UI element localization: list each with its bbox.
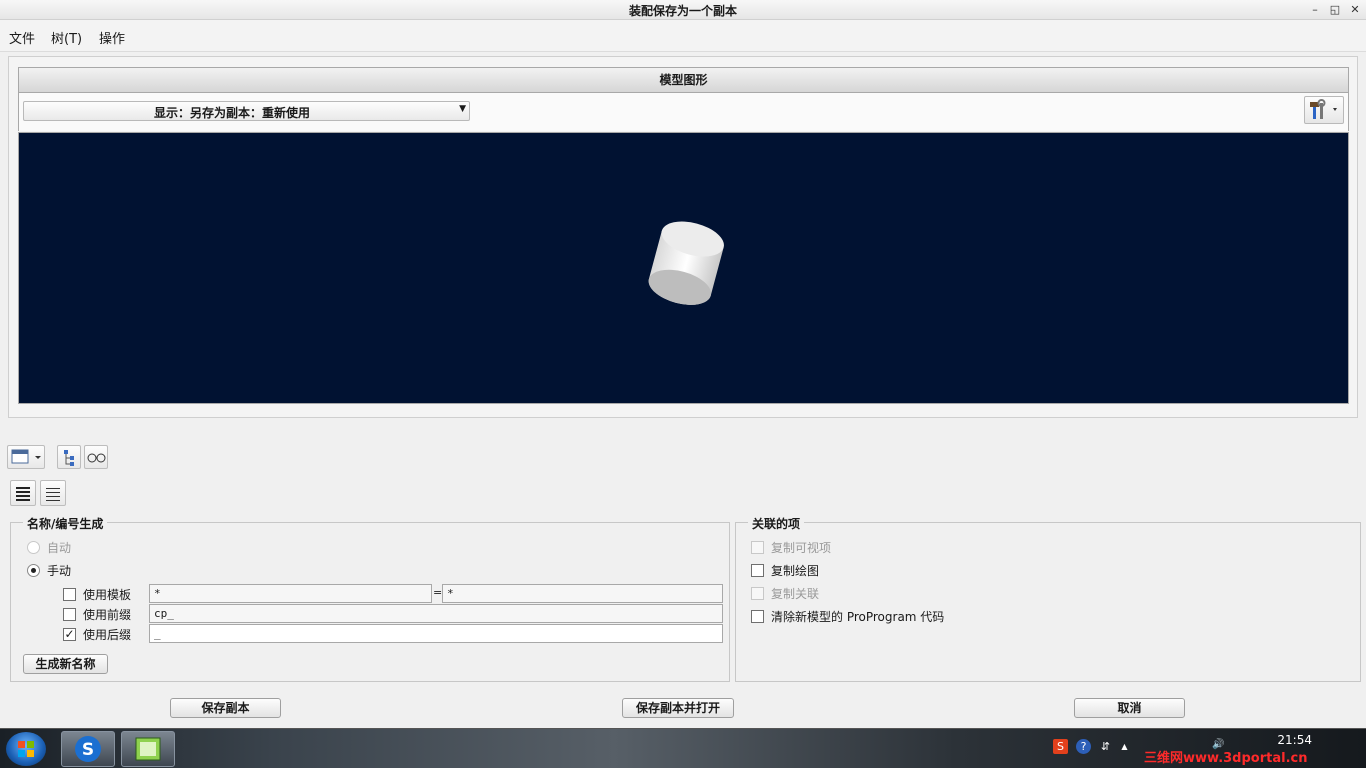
- save-copy-button[interactable]: 保存副本: [170, 698, 281, 718]
- menu-file[interactable]: 文件: [9, 28, 35, 47]
- copy-drawing-checkbox[interactable]: [751, 564, 764, 577]
- model-graphics-panel: 模型图形 显示：另存为副本：重新使用 ▼: [8, 56, 1358, 418]
- use-prefix-checkbox[interactable]: [63, 608, 76, 621]
- related-items-group: 关联的项 复制可视项 复制绘图 复制关联 清除新模型的 ProProgram 代…: [735, 515, 1361, 682]
- taskbar-app-creo[interactable]: [121, 731, 175, 767]
- use-suffix-label: 使用后缀: [83, 628, 132, 642]
- menu-bar: 文件 树(T) 操作: [0, 20, 1366, 52]
- title-bar: 装配保存为一个副本 – ◱ ✕: [0, 0, 1366, 20]
- name-generation-group: 名称/编号生成 自动 手动 使用模板 * = * 使用前缀 cp_ ✓ 使用后缀…: [10, 515, 730, 682]
- copy-visible-label: 复制可视项: [771, 541, 832, 555]
- cylinder-icon: [648, 221, 724, 305]
- window-title: 装配保存为一个副本: [628, 4, 737, 18]
- copy-drawing-label: 复制绘图: [771, 564, 820, 578]
- tree-view-button[interactable]: [57, 445, 81, 469]
- volume-tray-icon[interactable]: 🔊: [1211, 737, 1226, 752]
- menu-operations[interactable]: 操作: [99, 28, 125, 47]
- dropdown-arrow-icon: ▼: [459, 104, 466, 114]
- display-dropdown-label: 显示：另存为副本：重新使用: [154, 106, 311, 120]
- manual-radio[interactable]: [27, 564, 40, 577]
- use-template-checkbox[interactable]: [63, 588, 76, 601]
- windows-logo-icon: [18, 741, 34, 757]
- copy-visible-option[interactable]: 复制可视项: [751, 539, 831, 556]
- svg-text:S: S: [82, 740, 94, 760]
- detailed-view-button[interactable]: [10, 480, 36, 506]
- list-icon: [46, 488, 60, 501]
- glasses-icon: [87, 453, 106, 463]
- use-suffix-option[interactable]: ✓ 使用后缀: [63, 626, 131, 643]
- display-dropdown[interactable]: 显示：另存为副本：重新使用 ▼: [23, 101, 470, 121]
- taskbar: S S ? ⇵ ▲ 三维网www.3dportal.cn 🔊 21:54: [0, 728, 1366, 768]
- clear-proprogram-checkbox[interactable]: [751, 610, 764, 623]
- restore-button[interactable]: ◱: [1326, 1, 1344, 18]
- sogou-browser-icon: S: [75, 736, 101, 762]
- use-prefix-label: 使用前缀: [83, 608, 132, 622]
- copy-relations-option[interactable]: 复制关联: [751, 585, 819, 602]
- suffix-field[interactable]: _: [149, 624, 723, 643]
- hammer-wrench-icon: [1310, 99, 1337, 119]
- window-layout-icon: [11, 449, 41, 464]
- taskbar-clock[interactable]: 21:54: [1277, 733, 1312, 747]
- layout-dropdown-button[interactable]: [7, 445, 45, 469]
- creo-app-icon: [135, 737, 161, 761]
- clear-proprogram-option[interactable]: 清除新模型的 ProProgram 代码: [751, 608, 944, 625]
- tree-icon: [64, 450, 74, 466]
- auto-label: 自动: [47, 541, 72, 555]
- tools-menu-button[interactable]: [1304, 96, 1344, 124]
- start-button[interactable]: [6, 732, 46, 766]
- display-bar: 显示：另存为副本：重新使用 ▼: [18, 93, 1349, 131]
- show-hidden-icons-icon[interactable]: ▲: [1117, 739, 1132, 754]
- auto-radio-option[interactable]: 自动: [27, 539, 71, 556]
- template-right-field[interactable]: *: [442, 584, 723, 603]
- copy-relations-checkbox[interactable]: [751, 587, 764, 600]
- help-tray-icon[interactable]: ?: [1076, 739, 1091, 754]
- related-items-title: 关联的项: [748, 515, 805, 532]
- generate-name-button[interactable]: 生成新名称: [23, 654, 108, 674]
- model-graphics-header: 模型图形: [18, 67, 1349, 93]
- copy-relations-label: 复制关联: [771, 587, 820, 601]
- use-template-option[interactable]: 使用模板: [63, 586, 131, 603]
- copy-drawing-option[interactable]: 复制绘图: [751, 562, 819, 579]
- save-copy-and-open-button[interactable]: 保存副本并打开: [622, 698, 734, 718]
- cancel-button[interactable]: 取消: [1074, 698, 1185, 718]
- manual-radio-option[interactable]: 手动: [27, 562, 71, 579]
- template-left-field[interactable]: *: [149, 584, 432, 603]
- simple-view-button[interactable]: [40, 480, 66, 506]
- close-button[interactable]: ✕: [1346, 1, 1364, 18]
- equals-sign: =: [433, 586, 443, 599]
- list-bold-icon: [16, 487, 30, 501]
- preview-button[interactable]: [84, 445, 108, 469]
- taskbar-app-sogou[interactable]: S: [61, 731, 115, 767]
- use-template-label: 使用模板: [83, 588, 132, 602]
- model-viewport[interactable]: [18, 132, 1349, 404]
- use-prefix-option[interactable]: 使用前缀: [63, 606, 131, 623]
- clear-proprogram-label: 清除新模型的 ProProgram 代码: [771, 610, 945, 624]
- name-generation-title: 名称/编号生成: [23, 515, 108, 532]
- menu-tree[interactable]: 树(T): [51, 28, 82, 47]
- auto-radio[interactable]: [27, 541, 40, 554]
- prefix-field[interactable]: cp_: [149, 604, 723, 623]
- ime-tray-icon[interactable]: S: [1053, 739, 1068, 754]
- copy-visible-checkbox[interactable]: [751, 541, 764, 554]
- network-tray-icon[interactable]: ⇵: [1098, 739, 1113, 754]
- use-suffix-checkbox[interactable]: ✓: [63, 628, 76, 641]
- manual-label: 手动: [47, 564, 72, 578]
- minimize-button[interactable]: –: [1306, 1, 1324, 18]
